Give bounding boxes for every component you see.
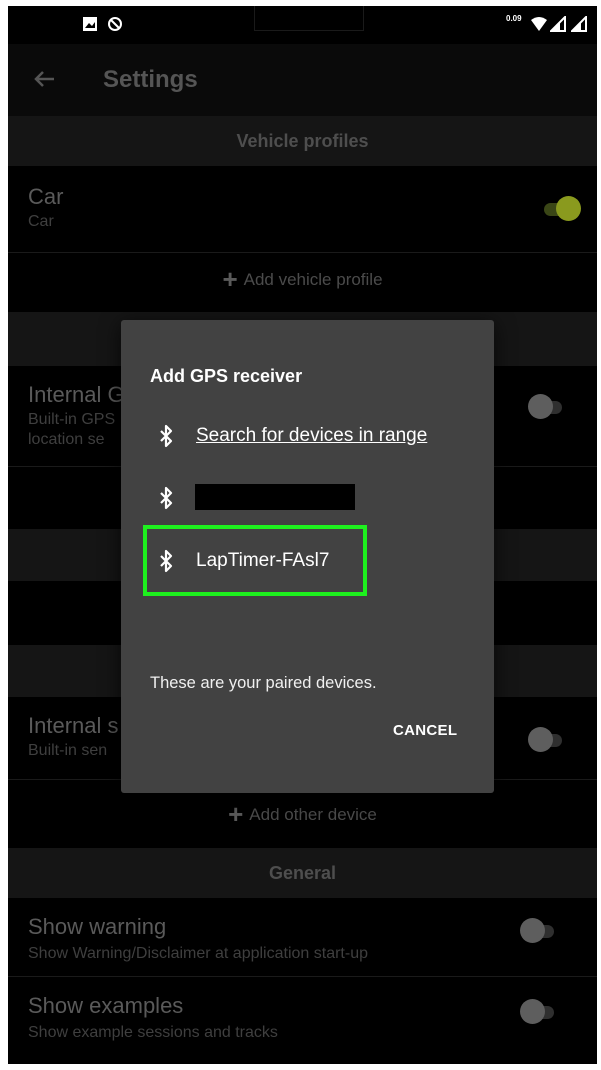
laptimer-device-label: LapTimer-FAsl7 — [196, 550, 330, 571]
internal-sensors-toggle[interactable] — [528, 727, 568, 753]
bluetooth-icon — [158, 549, 174, 573]
do-not-disturb-icon — [107, 16, 123, 37]
add-vehicle-profile-label: Add vehicle profile — [243, 270, 383, 289]
dialog-message: These are your paired devices. — [150, 674, 377, 692]
toggle-knob — [520, 918, 545, 943]
toggle-knob — [528, 394, 553, 419]
toggle-knob — [520, 999, 545, 1024]
car-profile-row[interactable]: Car Car — [8, 166, 597, 252]
show-examples-toggle[interactable] — [520, 999, 560, 1025]
laptimer-device-item[interactable]: LapTimer-FAsl7 — [150, 541, 350, 581]
wifi-icon — [530, 16, 548, 37]
search-devices-item[interactable]: Search for devices in range — [150, 416, 470, 456]
internal-gps-title: Internal G — [28, 382, 125, 407]
show-warning-row[interactable]: Show warning Show Warning/Disclaimer at … — [8, 898, 597, 976]
internal-sensors-title: Internal s — [28, 713, 119, 738]
add-vehicle-profile-button[interactable]: + Add vehicle profile — [8, 264, 597, 295]
show-examples-subtitle: Show example sessions and tracks — [28, 1024, 278, 1041]
signal-icon — [548, 14, 566, 37]
show-examples-title: Show examples — [28, 993, 184, 1018]
speed-text: 0.09 — [506, 14, 522, 23]
section-header-general: General — [8, 848, 597, 898]
app-bar: Settings — [8, 44, 597, 116]
toggle-knob — [528, 727, 553, 752]
car-title: Car — [28, 184, 64, 209]
image-icon — [82, 16, 98, 37]
plus-icon: + — [228, 799, 244, 829]
section-header-vehicle-profiles: Vehicle profiles — [8, 116, 597, 166]
redacted-device-name — [195, 484, 355, 510]
signal-icon — [569, 14, 587, 37]
add-gps-receiver-dialog: Add GPS receiver Search for devices in r… — [121, 320, 494, 793]
show-warning-subtitle: Show Warning/Disclaimer at application s… — [28, 945, 368, 962]
phone-screen: 0.09 Settings Vehicle profiles Car Car +… — [8, 6, 597, 1064]
show-warning-toggle[interactable] — [520, 918, 560, 944]
bluetooth-icon — [158, 486, 174, 510]
arrow-back-icon[interactable] — [30, 64, 60, 94]
dialog-title: Add GPS receiver — [150, 366, 303, 386]
add-other-device-button[interactable]: + Add other device — [8, 799, 597, 830]
cancel-button[interactable]: CANCEL — [393, 722, 457, 739]
car-subtitle: Car — [28, 213, 54, 230]
car-profile-toggle[interactable] — [540, 196, 581, 222]
internal-gps-toggle[interactable] — [528, 394, 568, 420]
plus-icon: + — [222, 264, 238, 294]
bluetooth-icon — [158, 424, 174, 448]
show-examples-row[interactable]: Show examples Show example sessions and … — [8, 977, 597, 1064]
status-bar: 0.09 — [8, 6, 597, 44]
toggle-knob — [556, 196, 581, 221]
internal-gps-subtitle-2: location se — [28, 431, 105, 448]
search-devices-label: Search for devices in range — [196, 425, 428, 446]
show-warning-title: Show warning — [28, 914, 167, 939]
page-title: Settings — [103, 66, 198, 93]
internal-sensors-subtitle: Built-in sen — [28, 742, 108, 759]
internal-gps-subtitle: Built-in GPS — [28, 411, 116, 428]
data-speed-icon: 0.09 — [506, 15, 522, 23]
camera-notch — [254, 6, 364, 31]
add-other-device-label: Add other device — [249, 805, 377, 824]
